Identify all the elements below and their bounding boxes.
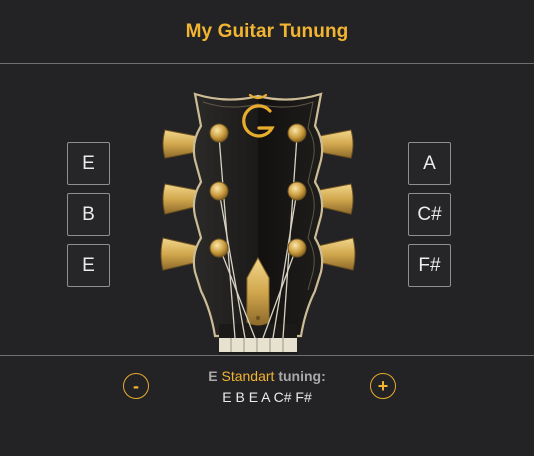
guitar-headstock-image — [160, 92, 356, 354]
string-post-left-2 — [209, 181, 229, 201]
app-title: My Guitar Tunung — [185, 20, 349, 42]
footer-divider — [0, 355, 534, 356]
tuning-prefix: E — [208, 368, 218, 384]
string-button-left-1[interactable]: E — [67, 142, 110, 185]
string-post-left-3 — [209, 238, 229, 258]
tuning-label: E Standart tuning: — [0, 368, 534, 384]
string-button-right-3[interactable]: F# — [408, 244, 451, 287]
string-post-right-3 — [287, 238, 307, 258]
string-button-left-3[interactable]: E — [67, 244, 110, 287]
tuning-name: Standart — [221, 368, 275, 384]
string-button-right-1[interactable]: A — [408, 142, 451, 185]
string-post-right-2 — [287, 181, 307, 201]
header-bar: My Guitar Tunung — [0, 0, 534, 64]
string-button-right-2[interactable]: C# — [408, 193, 451, 236]
tuning-notes: E B E A C# F# — [222, 389, 312, 405]
tuning-suffix: tuning: — [278, 368, 326, 384]
string-button-left-2[interactable]: B — [67, 193, 110, 236]
string-post-right-1 — [287, 123, 307, 143]
string-post-left-1 — [209, 123, 229, 143]
